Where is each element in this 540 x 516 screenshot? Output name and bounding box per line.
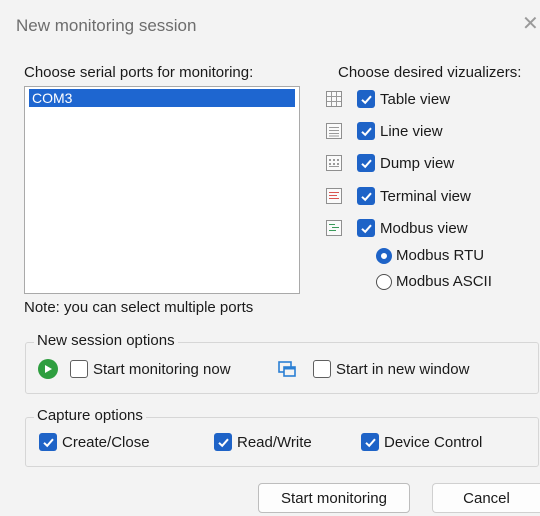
close-icon[interactable]: ✕ xyxy=(522,14,539,34)
modbus-view-checkbox[interactable] xyxy=(357,219,375,237)
terminal-view-checkbox[interactable] xyxy=(357,187,375,205)
device-control-label: Device Control xyxy=(384,433,483,451)
viz-row-line[interactable]: Line view xyxy=(326,119,443,143)
dump-view-checkbox[interactable] xyxy=(357,154,375,172)
ports-label: Choose serial ports for monitoring: xyxy=(24,64,254,81)
new-window-icon xyxy=(277,359,297,379)
session-options-title: New session options xyxy=(34,332,178,349)
viz-row-table[interactable]: Table view xyxy=(326,87,450,111)
terminal-view-icon xyxy=(326,188,342,204)
list-item[interactable]: COM3 xyxy=(29,89,295,107)
start-monitoring-button[interactable]: Start monitoring xyxy=(258,483,410,513)
table-view-icon xyxy=(326,91,342,107)
modbus-view-label: Modbus view xyxy=(380,219,468,237)
device-control-checkbox[interactable] xyxy=(361,433,379,451)
new-window-option[interactable]: Start in new window xyxy=(277,359,469,379)
play-icon xyxy=(38,359,58,379)
line-view-icon xyxy=(326,123,342,139)
start-now-label: Start monitoring now xyxy=(93,360,231,378)
new-window-label: Start in new window xyxy=(336,360,470,378)
viz-row-modbus[interactable]: Modbus view xyxy=(326,216,468,240)
modbus-rtu-radio[interactable] xyxy=(376,247,392,264)
modbus-rtu-option[interactable]: Modbus RTU xyxy=(376,247,484,264)
line-view-label: Line view xyxy=(380,122,443,140)
modbus-view-icon xyxy=(326,220,342,236)
line-view-checkbox[interactable] xyxy=(357,122,375,140)
modbus-rtu-label: Modbus RTU xyxy=(396,247,485,264)
create-close-checkbox[interactable] xyxy=(39,433,57,451)
new-window-checkbox[interactable] xyxy=(313,360,331,378)
cancel-button[interactable]: Cancel xyxy=(432,483,540,513)
modbus-ascii-label: Modbus ASCII xyxy=(396,273,492,290)
dump-view-label: Dump view xyxy=(380,154,455,172)
capture-options-title: Capture options xyxy=(34,407,146,424)
read-write-option[interactable]: Read/Write xyxy=(214,433,312,451)
ports-note: Note: you can select multiple ports xyxy=(24,299,254,316)
viz-row-dump[interactable]: Dump view xyxy=(326,151,454,175)
ports-listbox[interactable]: COM3 xyxy=(24,86,300,294)
terminal-view-label: Terminal view xyxy=(380,187,471,205)
device-control-option[interactable]: Device Control xyxy=(361,433,482,451)
create-close-option[interactable]: Create/Close xyxy=(39,433,150,451)
table-view-label: Table view xyxy=(380,90,451,108)
create-close-label: Create/Close xyxy=(62,433,150,451)
modbus-ascii-option[interactable]: Modbus ASCII xyxy=(376,273,492,290)
table-view-checkbox[interactable] xyxy=(357,90,375,108)
dump-view-icon xyxy=(326,155,342,171)
window-title: New monitoring session xyxy=(16,16,197,35)
read-write-label: Read/Write xyxy=(237,433,312,451)
read-write-checkbox[interactable] xyxy=(214,433,232,451)
visualizers-label: Choose desired vizualizers: xyxy=(338,64,522,81)
start-now-checkbox[interactable] xyxy=(70,360,88,378)
modbus-ascii-radio[interactable] xyxy=(376,273,392,290)
start-now-option[interactable]: Start monitoring now xyxy=(38,359,231,379)
viz-row-terminal[interactable]: Terminal view xyxy=(326,184,471,208)
